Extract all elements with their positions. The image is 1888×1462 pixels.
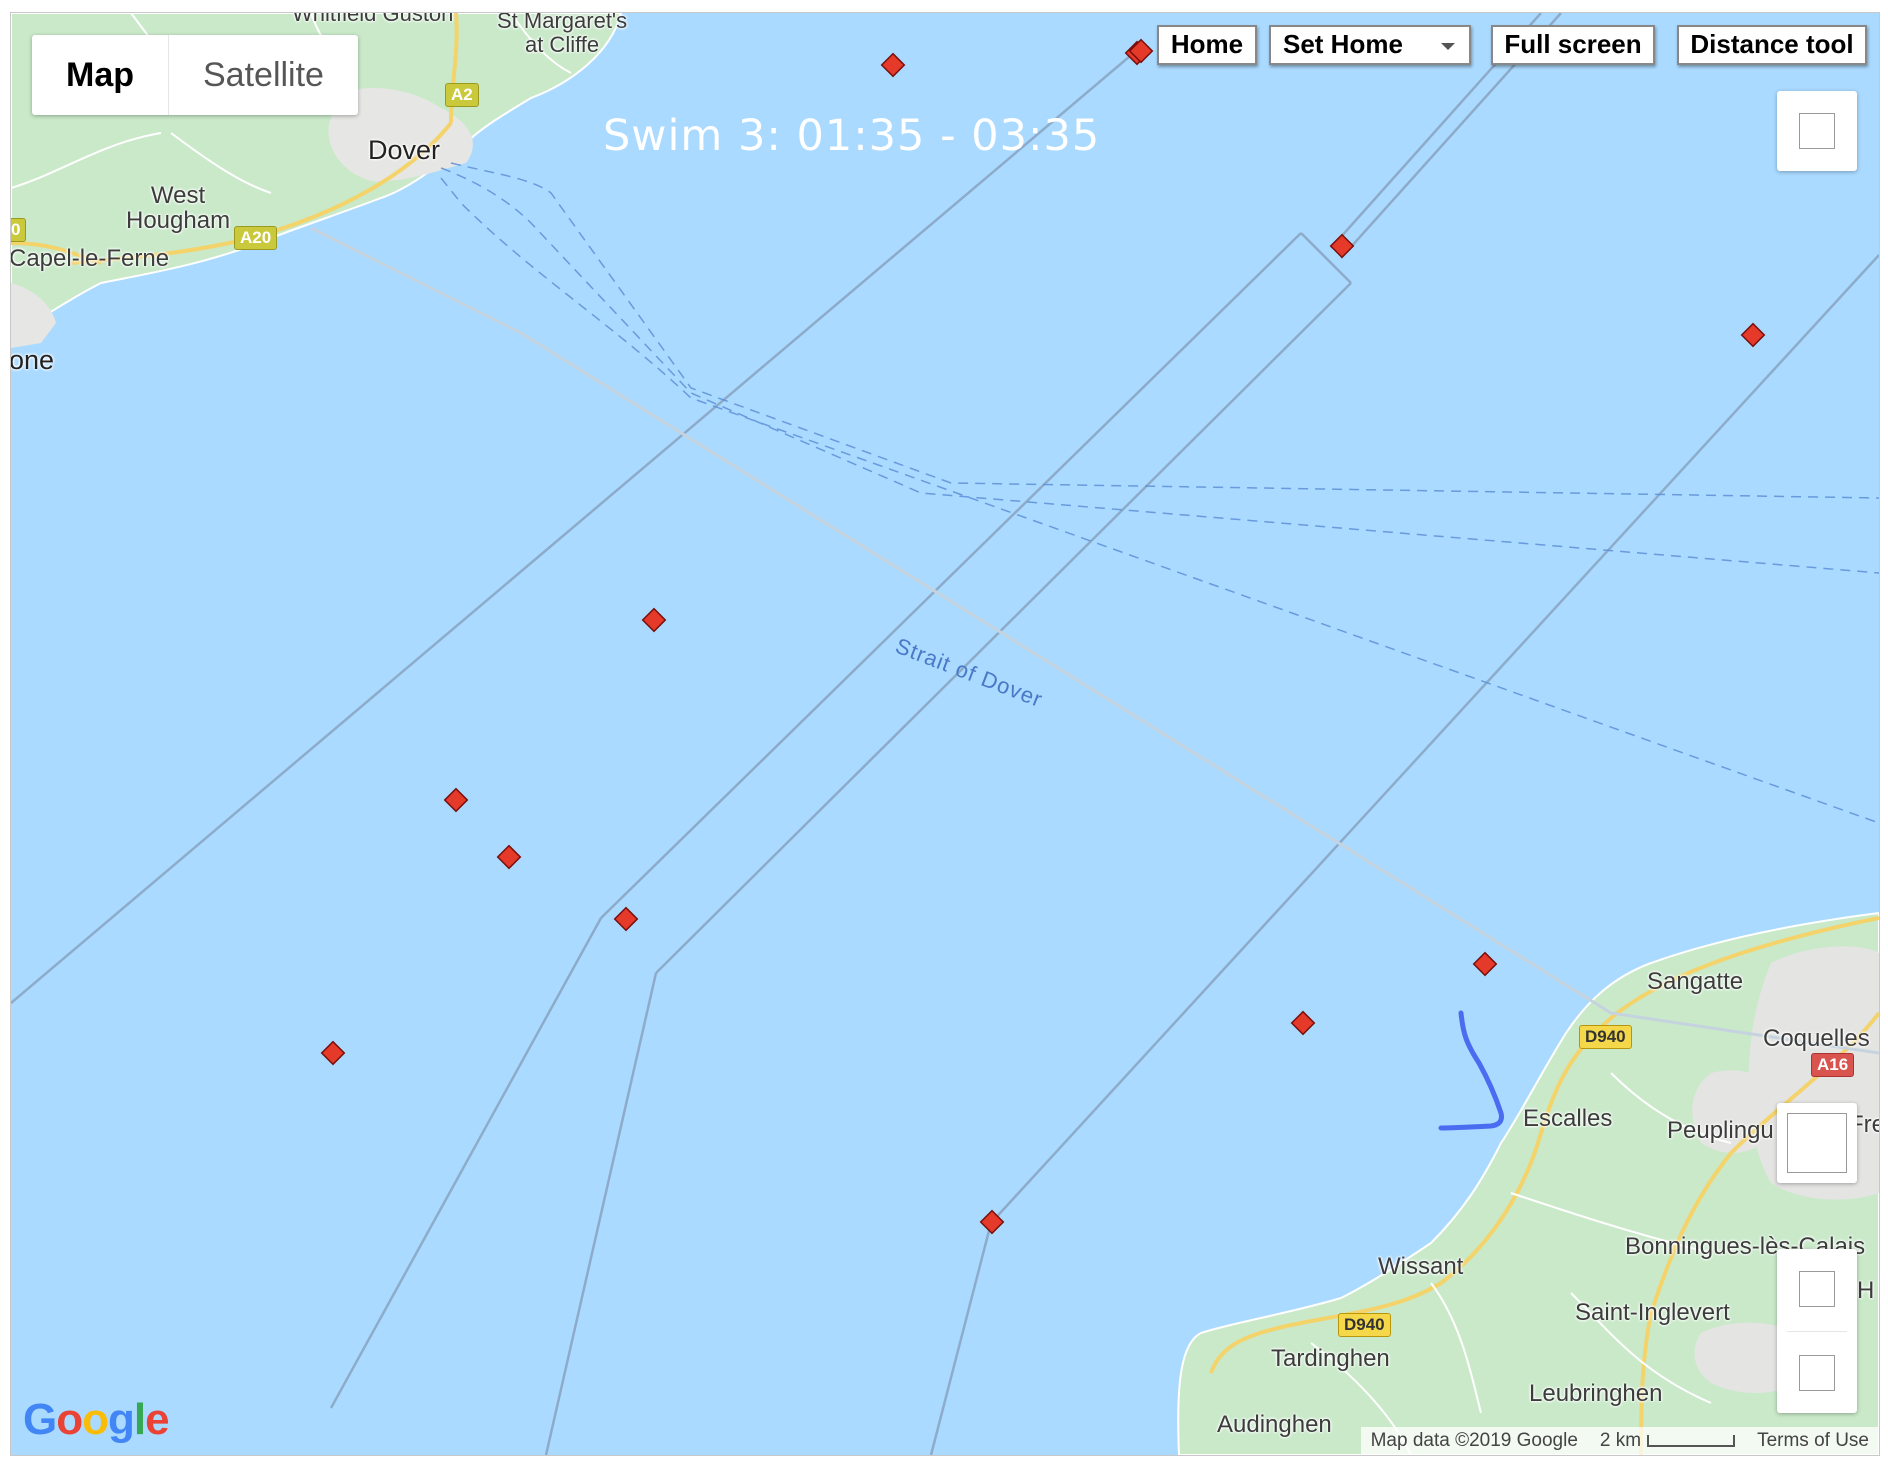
scale-indicator[interactable]: 2 km — [1599, 1427, 1736, 1455]
full-screen-button[interactable]: Full screen — [1491, 25, 1655, 65]
google-logo: Google — [23, 1395, 170, 1444]
map-data-attribution[interactable]: Map data ©2019 Google — [1371, 1427, 1578, 1455]
road-shield-a16: A16 — [1811, 1053, 1855, 1077]
street-view-control[interactable] — [1777, 1103, 1857, 1183]
zoom-out-button[interactable] — [1799, 1355, 1835, 1391]
map-container[interactable]: Whitfield Guston St Margaret's at Cliffe… — [10, 12, 1880, 1456]
map-type-control: Map Satellite — [32, 35, 358, 115]
place-label-peuplingues: Peuplingu — [1667, 1117, 1774, 1144]
place-label-saint-inglevert: Saint-Inglevert — [1575, 1299, 1730, 1326]
place-label-escalles: Escalles — [1523, 1105, 1613, 1132]
fullscreen-toggle-icon — [1799, 113, 1835, 149]
place-label-wissant: Wissant — [1378, 1253, 1464, 1280]
pegman-icon — [1787, 1113, 1847, 1173]
place-label-leubringhen: Leubringhen — [1529, 1380, 1663, 1407]
set-home-label: Set Home — [1283, 29, 1403, 59]
road-shield-d940-south: D940 — [1338, 1313, 1391, 1337]
road-shield-a20: A20 — [234, 226, 278, 250]
place-label-capel: Capel-le-Ferne — [10, 245, 170, 272]
zoom-divider — [1787, 1331, 1847, 1332]
terms-of-use-link[interactable]: Terms of Use — [1757, 1427, 1869, 1455]
distance-tool-button[interactable]: Distance tool — [1677, 25, 1867, 65]
road-shield-a20-partial: 0 — [11, 218, 27, 242]
map-canvas[interactable] — [11, 13, 1879, 1455]
place-label-audinghen: Audinghen — [1217, 1411, 1332, 1438]
place-label-dover: Dover — [368, 135, 441, 165]
place-label-st-margarets: St Margaret's at Cliffe — [497, 12, 628, 57]
place-label-tardinghen: Tardinghen — [1271, 1345, 1390, 1372]
set-home-dropdown[interactable]: Set Home — [1269, 25, 1471, 65]
place-label-whitfield: Whitfield Guston — [292, 12, 454, 26]
home-button[interactable]: Home — [1157, 25, 1257, 65]
zoom-control — [1777, 1249, 1857, 1413]
attribution-bar: Map data ©2019 Google 2 km Terms of Use — [1360, 1427, 1879, 1455]
chevron-down-icon — [1441, 43, 1455, 50]
zoom-in-button[interactable] — [1799, 1271, 1835, 1307]
place-label-coquelles: Coquelles — [1763, 1025, 1870, 1052]
place-label-folkestone: one — [10, 345, 55, 375]
scale-label: 2 km — [1599, 1430, 1642, 1451]
place-label-sangatte: Sangatte — [1647, 968, 1744, 995]
map-type-satellite-button[interactable]: Satellite — [169, 35, 358, 115]
fullscreen-toggle-control[interactable] — [1777, 91, 1857, 171]
place-label-west-hougham: West Hougham — [126, 182, 231, 234]
swim-title: Swim 3: 01:35 - 03:35 — [603, 111, 1101, 161]
road-shield-a2: A2 — [445, 83, 479, 107]
map-type-map-button[interactable]: Map — [32, 35, 169, 115]
road-shield-d940-north: D940 — [1579, 1025, 1632, 1049]
scale-bar — [1647, 1434, 1736, 1447]
place-label-h: H — [1857, 1277, 1875, 1304]
